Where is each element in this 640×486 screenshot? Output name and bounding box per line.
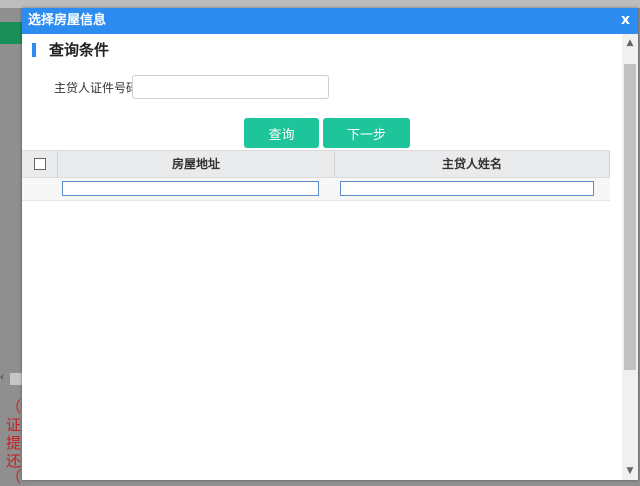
dialog-content: 查询条件 主贷人证件号码 查询 下一步 房屋地址 主贷人姓名 [22, 34, 622, 480]
row-checkbox-cell [22, 178, 58, 200]
select-all-checkbox[interactable] [34, 158, 46, 170]
background-topbar [0, 0, 640, 8]
table-row [22, 178, 610, 201]
borrower-id-label: 主贷人证件号码 [54, 81, 139, 95]
column-house-address[interactable]: 房屋地址 [58, 151, 335, 177]
scrollbar-thumb[interactable] [624, 64, 636, 370]
borrower-id-input[interactable] [132, 75, 329, 99]
section-title: 查询条件 [49, 41, 110, 59]
section-marker [32, 43, 36, 57]
column-borrower-name[interactable]: 主贷人姓名 [335, 151, 610, 177]
close-icon[interactable]: x [621, 12, 630, 28]
background-scrollbar [10, 373, 22, 385]
background-text: 提 [6, 434, 22, 452]
borrower-name-filter-input[interactable] [340, 181, 594, 196]
table-header: 房屋地址 主贷人姓名 [22, 150, 610, 178]
row-borrower-cell [335, 178, 610, 200]
background-text: （ [6, 468, 22, 486]
next-step-button[interactable]: 下一步 [323, 118, 410, 148]
row-address-cell [58, 178, 335, 200]
dialog-scrollbar[interactable]: ▲ ▼ [622, 34, 638, 480]
scroll-up-icon[interactable]: ▲ [622, 36, 638, 50]
background-text: 证 [6, 416, 22, 434]
scroll-down-icon[interactable]: ▼ [622, 464, 638, 478]
background-green-tab [0, 22, 22, 44]
dialog-titlebar: 选择房屋信息 x [22, 8, 638, 34]
address-filter-input[interactable] [62, 181, 319, 196]
select-house-dialog: 选择房屋信息 x 查询条件 主贷人证件号码 查询 下一步 房屋地址 主贷人姓名 [22, 8, 638, 480]
header-checkbox-cell [22, 151, 58, 177]
dialog-title: 选择房屋信息 [28, 13, 107, 28]
background-text: （ [6, 398, 22, 416]
query-button[interactable]: 查询 [244, 118, 319, 148]
house-table: 房屋地址 主贷人姓名 [22, 150, 610, 201]
background-scroll-left-icon: ‹ [0, 372, 4, 383]
